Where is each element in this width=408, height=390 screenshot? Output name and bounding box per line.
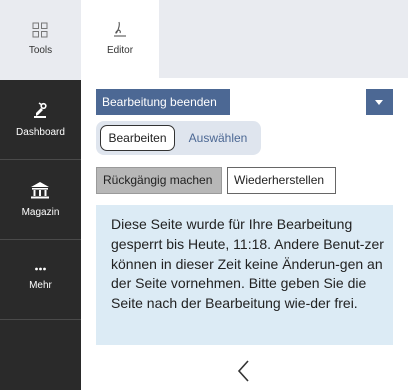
more-dots-icon — [35, 267, 46, 271]
rail-item-mehr[interactable]: Mehr — [0, 240, 81, 320]
caret-down-icon — [375, 100, 383, 105]
back-chevron-icon[interactable] — [232, 358, 256, 384]
tab-editor-label: Editor — [106, 45, 134, 56]
rail-tools[interactable]: Tools — [0, 0, 81, 80]
dashboard-icon — [34, 102, 47, 118]
signature-icon — [114, 21, 126, 37]
tab-editor[interactable]: Editor — [81, 0, 159, 80]
museum-icon — [31, 182, 49, 199]
lock-notice: Diese Seite wurde für Ihre Bearbeitung g… — [96, 205, 393, 345]
rail-item-label: Dashboard — [16, 127, 65, 138]
grid-icon — [32, 22, 48, 38]
redo-button[interactable]: Wiederherstellen — [227, 167, 336, 194]
end-editing-button[interactable]: Bearbeitung beenden — [96, 89, 230, 115]
lock-notice-text: Diese Seite wurde für Ihre Bearbeitung g… — [111, 216, 384, 312]
app: Tools Dashboard Magazin Mehr Editor Bear… — [0, 0, 408, 390]
rail-item-label: Mehr — [29, 280, 52, 291]
rail-item-dashboard[interactable]: Dashboard — [0, 80, 81, 160]
mode-edit-option[interactable]: Bearbeiten — [100, 125, 175, 151]
rail-item-magazin[interactable]: Magazin — [0, 160, 81, 240]
rail-tools-label: Tools — [28, 45, 53, 56]
options-dropdown-button[interactable] — [366, 89, 393, 115]
rail-item-label: Magazin — [21, 207, 60, 218]
mode-select-option[interactable]: Auswählen — [180, 125, 256, 151]
undo-button[interactable]: Rückgängig machen — [96, 167, 222, 194]
